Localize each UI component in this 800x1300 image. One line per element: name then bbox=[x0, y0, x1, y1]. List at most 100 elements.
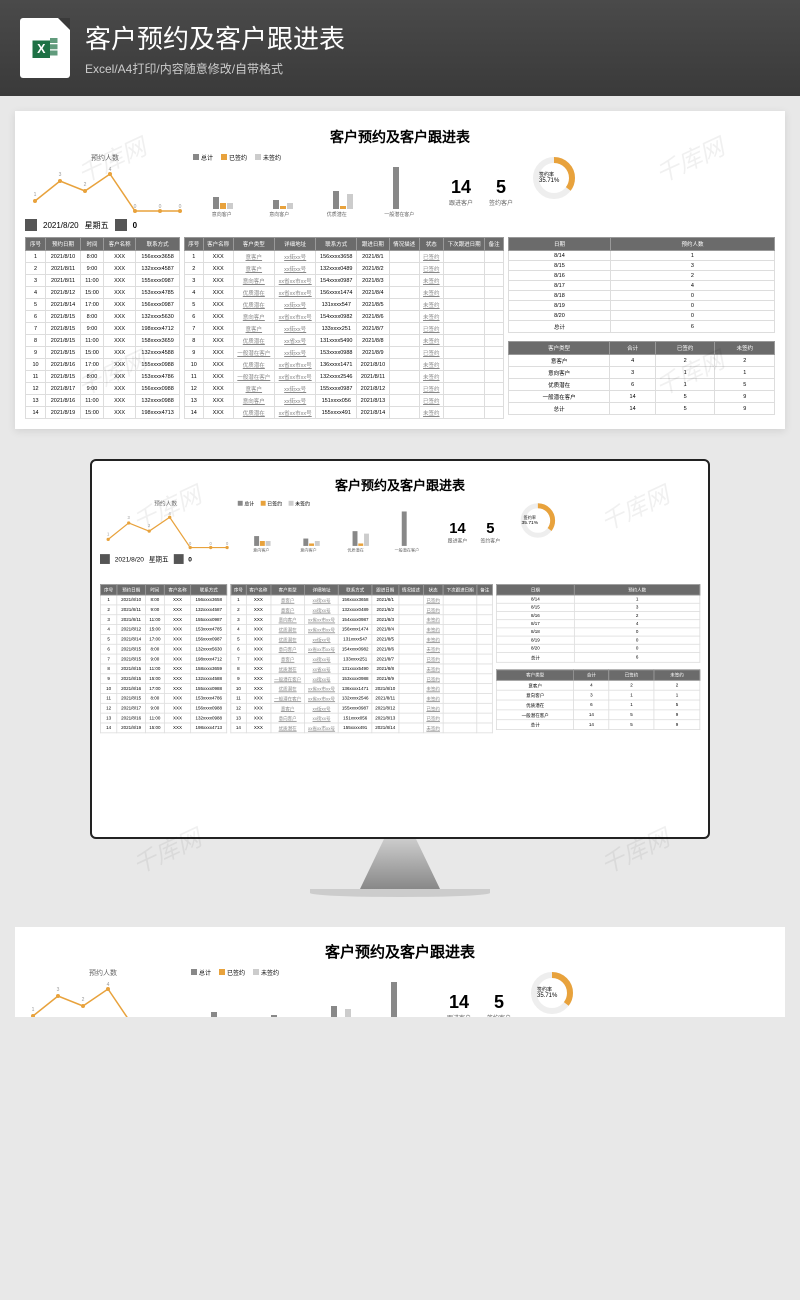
bar-chart-box: 总计 已签约 未签约 意向客户意向客户优质潜在一般潜在客户 bbox=[191, 968, 431, 1017]
table-row: 62021/8/158:00XXX132xxxx5630 bbox=[26, 311, 180, 323]
table-row: 2XXX意客户xx街xx号132xxxx04892021/8/2已签约 bbox=[231, 605, 493, 615]
calendar-icon bbox=[25, 219, 37, 231]
appointment-table: 序号预约日期时间客户名称联系方式12021/8/108:00XXX156xxxx… bbox=[100, 584, 227, 733]
bar-chart bbox=[238, 509, 435, 546]
table-row: 意客户422 bbox=[496, 680, 699, 690]
table-row: 122021/8/179:00XXX156xxxx0988 bbox=[100, 703, 226, 713]
followup-table: 序号客户名称客户类型详细地址联系方式跟进日期情况描述状态下次跟进日期备注1XXX… bbox=[184, 237, 504, 419]
col-header: 跟进日期 bbox=[372, 584, 399, 595]
table-row: 112021/8/158:00XXX153xxxx4786 bbox=[100, 693, 226, 703]
bar-chart bbox=[193, 164, 433, 209]
svg-text:0: 0 bbox=[134, 204, 137, 210]
table-row: 13XXX意向客户xx街xx号151xxxx0562021/8/13已签约 bbox=[231, 713, 493, 723]
table-row: 5XXX优质潜在xx街xx号131xxxx5472021/8/5未签约 bbox=[185, 299, 504, 311]
monitor-mockup: 千库网 千库网 千库网 千库网 客户预约及客户跟进表 预约人数 1324000 … bbox=[0, 459, 800, 897]
line-chart: 1324000 bbox=[100, 511, 231, 552]
table-row: 8/162 bbox=[496, 611, 699, 619]
current-date: 2021/8/20 bbox=[115, 555, 144, 562]
table-row: 14XXX优质潜在xx省xx市xx号155xxxx4912021/8/14未签约 bbox=[231, 723, 493, 733]
sheet-preview: 客户预约及客户跟进表 预约人数 1324000 2021/8/20 星期五 0 … bbox=[23, 941, 777, 1017]
weekday: 星期五 bbox=[149, 555, 169, 564]
bottom-strip: 客户预约及客户跟进表 预约人数 1324000 2021/8/20 星期五 0 … bbox=[15, 927, 785, 1017]
table-row: 意向客户311 bbox=[509, 367, 775, 379]
col-header: 情况描述 bbox=[389, 238, 419, 251]
follow-count: 14 bbox=[447, 992, 471, 1013]
table-row: 总计1459 bbox=[496, 720, 699, 730]
table-row: 82021/8/1511:00XXX158xxxx3659 bbox=[26, 335, 180, 347]
person-icon bbox=[173, 554, 183, 564]
table-row: 8XXX优质潜在xx省xx号131xxxx54902021/8/8未签约 bbox=[231, 664, 493, 674]
table-row: 132021/8/1611:00XXX132xxxx0988 bbox=[100, 713, 226, 723]
table-row: 8/162 bbox=[509, 271, 775, 281]
table-row: 总计1459 bbox=[509, 403, 775, 415]
table-row: 42021/8/1215:00XXX153xxxx4785 bbox=[100, 625, 226, 635]
svg-text:1: 1 bbox=[34, 192, 37, 198]
table-row: 9XXX一般潜在客户xx街xx号153xxxx09882021/8/9已签约 bbox=[231, 674, 493, 684]
page-header: X 客户预约及客户跟进表 Excel/A4打印/内容随意修改/自带格式 bbox=[0, 0, 800, 96]
table-row: 82021/8/1511:00XXX158xxxx3659 bbox=[100, 664, 226, 674]
table-row: 22021/8/119:00XXX132xxxx4587 bbox=[100, 605, 226, 615]
col-header: 备注 bbox=[477, 584, 492, 595]
line-chart-box: 预约人数 1324000 2021/8/20 星期五 0 bbox=[23, 968, 183, 1017]
bar-legend: 总计 已签约 未签约 bbox=[191, 968, 431, 977]
table-row: 102021/8/1617:00XXX155xxxx0988 bbox=[26, 359, 180, 371]
table-row: 14XXX优质潜在xx省xx市xx号155xxxx4912021/8/14未签约 bbox=[185, 407, 504, 419]
table-row: 12XXX意客户xx街xx号155xxxx09872021/8/12已签约 bbox=[231, 703, 493, 713]
monitor-base bbox=[310, 889, 490, 897]
table-row: 1XXX意客户xx街xx号156xxxx36582021/8/1已签约 bbox=[185, 251, 504, 263]
table-row: 意客户422 bbox=[509, 355, 775, 367]
bar-chart-box: 总计 已签约 未签约 意向客户意向客户优质潜在一般潜在客户 bbox=[193, 153, 433, 231]
current-date: 2021/8/20 bbox=[43, 221, 79, 230]
table-row: 7XXX意客户xx街xx号133xxxx2512021/8/7已签约 bbox=[185, 323, 504, 335]
table-row: 8/174 bbox=[496, 620, 699, 628]
table-row: 2XXX意客户xx街xx号132xxxx04892021/8/2已签约 bbox=[185, 263, 504, 275]
col-header: 已签约 bbox=[655, 342, 715, 355]
table-row: 5XXX优质潜在xx街xx号131xxxx5472021/8/5未签约 bbox=[231, 634, 493, 644]
col-header: 状态 bbox=[423, 584, 443, 595]
follow-count: 14 bbox=[449, 177, 473, 198]
svg-text:4: 4 bbox=[107, 982, 110, 988]
gauge-pct: 35.71% bbox=[537, 993, 557, 999]
page-subtitle: Excel/A4打印/内容随意修改/自带格式 bbox=[85, 60, 345, 77]
col-header: 未签约 bbox=[654, 670, 700, 681]
table-row: 一般潜在客户1459 bbox=[496, 710, 699, 720]
gauge-box: 签约率35.71% bbox=[513, 500, 562, 564]
col-header: 客户名称 bbox=[103, 238, 135, 251]
col-header: 序号 bbox=[26, 238, 46, 251]
table-row: 142021/8/1915:00XXX198xxxx4713 bbox=[100, 723, 226, 733]
table-row: 13XXX意向客户xx街xx号151xxxx0562021/8/13已签约 bbox=[185, 395, 504, 407]
monitor-stand bbox=[360, 839, 440, 889]
table-row: 一般潜在客户1459 bbox=[509, 391, 775, 403]
table-row: 112021/8/158:00XXX153xxxx4786 bbox=[26, 371, 180, 383]
table-row: 8/180 bbox=[509, 291, 775, 301]
col-header: 合计 bbox=[574, 670, 609, 681]
col-header: 详细地址 bbox=[305, 584, 339, 595]
line-chart-box: 预约人数 1324000 2021/8/20 星期五 0 bbox=[100, 500, 231, 564]
table-row: 10XXX优质潜在xx省xx市xx号136xxxx14712021/8/10未签… bbox=[185, 359, 504, 371]
table-row: 10XXX优质潜在xx省xx市xx号136xxxx14712021/8/10未签… bbox=[231, 684, 493, 694]
table-row: 132021/8/1611:00XXX132xxxx0988 bbox=[26, 395, 180, 407]
bar-legend: 总计 已签约 未签约 bbox=[193, 153, 433, 162]
col-header: 客户类型 bbox=[271, 584, 305, 595]
sheet-preview: 千库网 千库网 千库网 千库网 客户预约及客户跟进表 预约人数 1324000 … bbox=[15, 111, 785, 429]
summary-table: 客户类型合计已签约未签约意客户422意向客户311优质潜在615一般潜在客户14… bbox=[496, 669, 700, 730]
svg-text:2: 2 bbox=[84, 182, 87, 188]
table-row: 42021/8/1215:00XXX153xxxx4785 bbox=[26, 287, 180, 299]
today-count: 0 bbox=[133, 221, 137, 230]
svg-text:4: 4 bbox=[109, 167, 112, 173]
svg-text:0: 0 bbox=[189, 541, 192, 546]
col-header: 日期 bbox=[509, 238, 611, 251]
svg-text:3: 3 bbox=[128, 515, 131, 520]
daily-count-table: 日期预约人数8/1418/1538/1628/1748/1808/1908/20… bbox=[496, 584, 700, 663]
table-row: 142021/8/1915:00XXX198xxxx4713 bbox=[26, 407, 180, 419]
sheet-title: 客户预约及客户跟进表 bbox=[23, 941, 777, 962]
table-row: 11XXX一般潜在客户xx省xx市xx号132xxxx25462021/8/11… bbox=[185, 371, 504, 383]
weekday: 星期五 bbox=[85, 220, 109, 231]
col-header: 时间 bbox=[145, 584, 164, 595]
person-icon bbox=[115, 219, 127, 231]
today-count: 0 bbox=[188, 555, 192, 562]
col-header: 情况描述 bbox=[399, 584, 424, 595]
line-chart: 1324000 bbox=[25, 166, 185, 216]
table-row: 92021/8/1515:00XXX132xxxx4588 bbox=[26, 347, 180, 359]
sheet-title: 客户预约及客户跟进表 bbox=[100, 475, 700, 494]
